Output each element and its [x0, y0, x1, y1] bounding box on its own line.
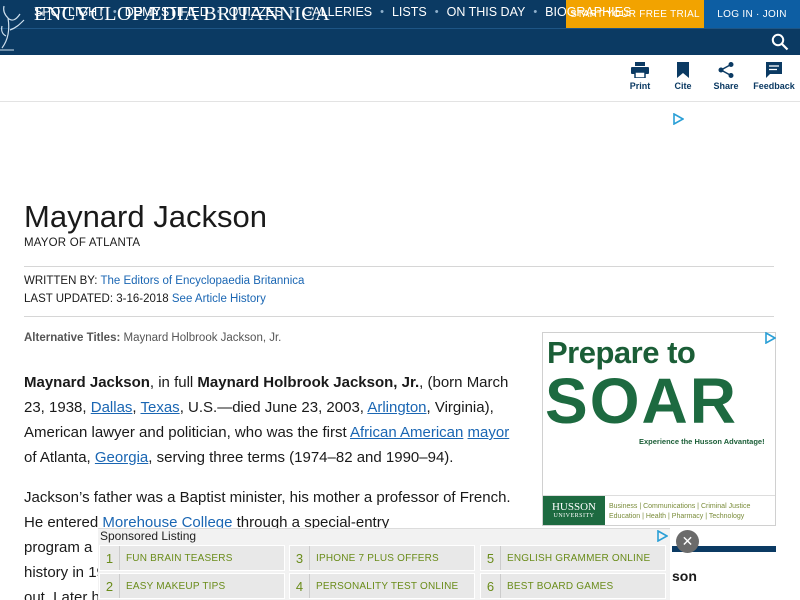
bold-name: Maynard Jackson [24, 374, 150, 391]
alternative-titles: Alternative Titles: Maynard Holbrook Jac… [24, 332, 281, 344]
nav-separator: • [216, 6, 221, 18]
item-label: EASY MAKEUP TIPS [126, 580, 226, 592]
ad-footer: HUSSON UNIVERSITY Business | Communicati… [543, 495, 775, 525]
nav-separator: • [380, 6, 384, 18]
thistle-logo-icon[interactable] [0, 0, 30, 54]
item-label: BEST BOARD GAMES [507, 580, 614, 592]
ad-big-text: SOAR [545, 365, 738, 437]
text: , serving three terms (1974–82 and 1990–… [148, 449, 454, 466]
nav-bar [0, 28, 800, 55]
husson-ad[interactable]: Prepare to SOAR Experience the Husson Ad… [542, 332, 776, 526]
nav-item-on-this-day[interactable]: ON THIS DAY [447, 5, 526, 19]
bookmark-icon [677, 62, 689, 78]
bold-fullname: Maynard Holbrook Jackson, Jr. [197, 374, 420, 391]
text: , U.S.—died June 23, 2003, [179, 399, 368, 416]
login-join-link[interactable]: LOG IN · JOIN [704, 0, 800, 28]
item-number: 5 [481, 546, 501, 570]
sponsored-item[interactable]: 5 ENGLISH GRAMMER ONLINE [480, 545, 666, 571]
adchoices-icon[interactable] [672, 113, 684, 125]
link-georgia[interactable]: Georgia [95, 449, 148, 466]
sponsored-title: Sponsored Listing [100, 529, 197, 543]
feedback-button[interactable]: Feedback [750, 62, 798, 91]
item-label: IPHONE 7 PLUS OFFERS [316, 552, 439, 564]
item-number: 3 [290, 546, 310, 570]
text: out. Later h [24, 589, 100, 600]
print-label: Print [629, 81, 651, 91]
text: of Atlanta, [24, 449, 95, 466]
text: program a [24, 539, 93, 556]
ad-tagline: Experience the Husson Advantage! [639, 437, 765, 446]
logo-subtext: UNIVERSITY [553, 513, 595, 519]
cite-button[interactable]: Cite [659, 62, 707, 91]
sponsored-item[interactable]: 4 PERSONALITY TEST ONLINE [289, 573, 475, 599]
sponsored-item[interactable]: 1 FUN BRAIN TEASERS [99, 545, 285, 571]
item-number: 4 [290, 574, 310, 598]
link-african-american[interactable]: African American [350, 424, 463, 441]
print-icon [631, 62, 649, 78]
sponsored-item[interactable]: 3 IPHONE 7 PLUS OFFERS [289, 545, 475, 571]
share-button[interactable]: Share [702, 62, 750, 91]
nav-item-biographies[interactable]: BIOGRAPHIES [545, 5, 631, 19]
link-texas[interactable]: Texas [141, 399, 180, 416]
text: , in full [149, 374, 198, 391]
nav-separator: • [434, 6, 439, 18]
nav-item-demystified[interactable]: DEMYSTIFIED [125, 5, 209, 19]
item-label: PERSONALITY TEST ONLINE [316, 580, 459, 592]
share-label: Share [713, 81, 739, 91]
print-button[interactable]: Print [616, 62, 664, 91]
article-history-link[interactable]: See Article History [172, 293, 266, 305]
item-number: 2 [100, 574, 120, 598]
main-nav: SPOTLIGHT • DEMYSTIFIED • QUIZZES • GALLERI… [34, 5, 631, 19]
cite-label: Cite [674, 81, 692, 91]
sidebar-module: son [672, 546, 776, 600]
nav-item-lists[interactable]: LISTS [392, 5, 427, 19]
written-by-label: WRITTEN BY: [24, 275, 98, 287]
nav-separator: • [533, 6, 538, 18]
text: history in 19 [24, 564, 105, 581]
last-updated-label: LAST UPDATED: [24, 293, 114, 305]
sponsored-item[interactable]: 6 BEST BOARD GAMES [480, 573, 666, 599]
search-icon[interactable] [771, 33, 789, 51]
alt-titles-value: Maynard Holbrook Jackson, Jr. [123, 332, 282, 344]
nav-separator: • [112, 6, 117, 18]
feedback-icon [766, 62, 782, 78]
alt-titles-label: Alternative Titles: [24, 332, 121, 344]
sidebar-module-text: son [672, 568, 697, 584]
ad-programs-line-2: Education | Health | Pharmacy | Technolo… [609, 513, 745, 520]
adchoices-icon[interactable] [764, 332, 776, 344]
item-number: 1 [100, 546, 120, 570]
written-by: WRITTEN BY: The Editors of Encyclopaedia… [24, 275, 304, 287]
divider [24, 316, 774, 317]
text: , [132, 399, 141, 416]
nav-item-spotlight[interactable]: SPOTLIGHT [34, 5, 105, 19]
divider [24, 266, 774, 267]
adchoices-icon[interactable] [656, 530, 668, 542]
share-icon [718, 62, 734, 78]
link-dallas[interactable]: Dallas [91, 399, 133, 416]
page: ENCYCLOPÆDIA BRITANNICA START YOUR FREE … [0, 0, 800, 600]
last-updated-date: 3-16-2018 [116, 293, 169, 305]
link-arlington[interactable]: Arlington [367, 399, 426, 416]
ad-programs: Business | Communications | Criminal Jus… [609, 502, 750, 522]
nav-item-galleries[interactable]: GALLERIES [303, 5, 372, 19]
last-updated: LAST UPDATED: 3-16-2018 See Article Hist… [24, 293, 266, 305]
author-link[interactable]: The Editors of Encyclopaedia Britannica [100, 275, 304, 287]
logo-text: HUSSON [551, 501, 596, 513]
item-label: ENGLISH GRAMMER ONLINE [507, 552, 651, 564]
article-toolbar: Print Cite Share Feedback [0, 55, 800, 102]
link-mayor[interactable]: mayor [468, 424, 510, 441]
item-label: FUN BRAIN TEASERS [126, 552, 233, 564]
close-ad-button[interactable]: ✕ [676, 530, 699, 553]
feedback-label: Feedback [753, 81, 795, 91]
ad-programs-line-1: Business | Communications | Criminal Jus… [609, 503, 751, 510]
husson-logo: HUSSON UNIVERSITY [543, 496, 605, 525]
nav-separator: • [290, 6, 295, 18]
page-title: Maynard Jackson [24, 199, 267, 234]
page-subtitle: MAYOR OF ATLANTA [24, 237, 141, 249]
nav-item-quizzes[interactable]: QUIZZES [229, 5, 283, 19]
item-number: 6 [481, 574, 501, 598]
article-paragraph-1: Maynard Jackson, in full Maynard Holbroo… [24, 370, 524, 470]
sponsored-item[interactable]: 2 EASY MAKEUP TIPS [99, 573, 285, 599]
